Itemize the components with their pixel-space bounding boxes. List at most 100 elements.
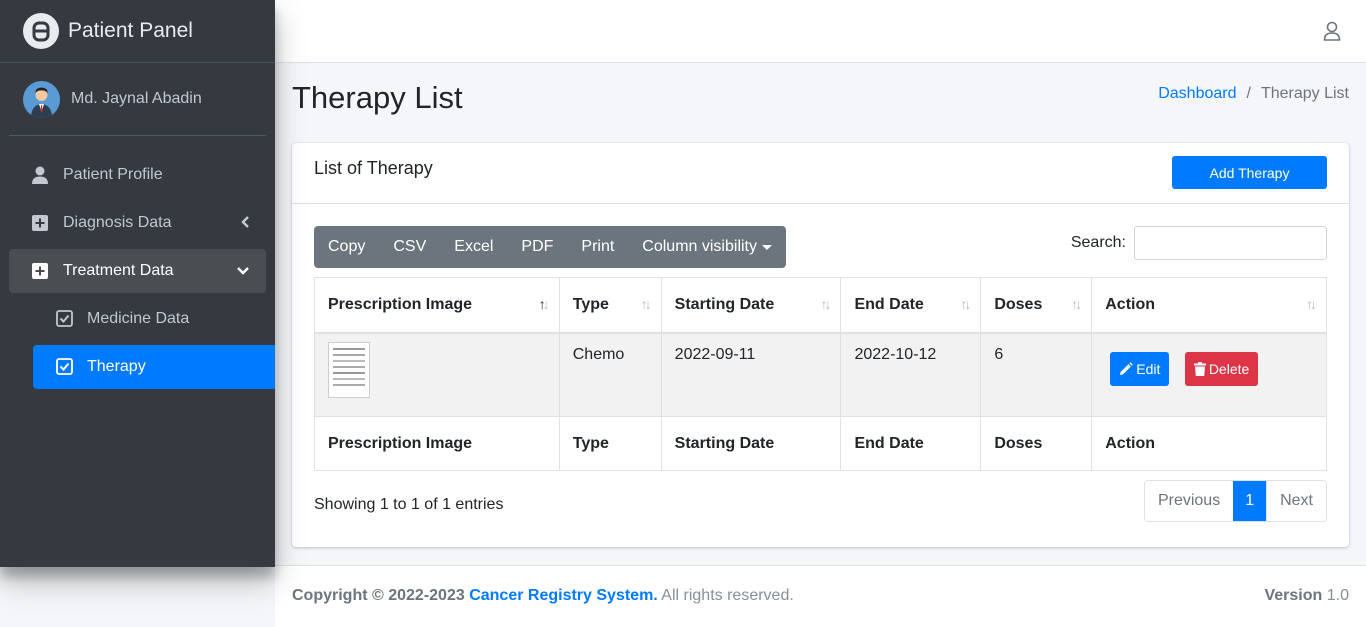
copyright: Copyright © 2022-2023 Cancer Registry Sy… <box>292 587 794 605</box>
cell-end-date: 2022-10-12 <box>840 332 982 417</box>
sort-icon: ↑↓ <box>820 296 831 312</box>
user-panel[interactable]: Md. Jaynal Abadin <box>9 63 266 136</box>
check-square-icon <box>56 358 74 376</box>
plus-square-icon <box>31 214 49 232</box>
cell-starting-date: 2022-09-11 <box>660 332 842 417</box>
excel-button[interactable]: Excel <box>440 226 507 268</box>
page-title: Therapy List <box>292 80 463 115</box>
cell-doses: 6 <box>980 332 1093 417</box>
user-name: Md. Jaynal Abadin <box>71 90 202 107</box>
version-number: 1.0 <box>1326 587 1349 604</box>
cell-action: Edit Delete <box>1091 332 1327 417</box>
card-title: List of Therapy <box>314 158 433 178</box>
sidebar-item-label: Patient Profile <box>63 166 163 183</box>
breadcrumb-separator: / <box>1246 85 1251 102</box>
sidebar-subitem-therapy[interactable]: Therapy <box>33 345 275 389</box>
page-1-button[interactable]: 1 <box>1233 481 1267 521</box>
pencil-icon <box>1120 361 1134 375</box>
card-header: List of Therapy Add Therapy <box>292 143 1349 204</box>
sort-asc-icon: ↑↓ <box>538 296 550 312</box>
column-header-label: Action <box>1105 295 1156 313</box>
csv-button[interactable]: CSV <box>379 226 440 268</box>
sort-icon: ↑↓ <box>1071 296 1082 312</box>
system-link[interactable]: Cancer Registry System. <box>469 587 658 604</box>
therapy-table: Prescription Image ↑↓ Type ↑↓ Starting Dat… <box>314 277 1327 471</box>
column-header-type[interactable]: Type ↑↓ <box>558 277 662 334</box>
sort-icon: ↑↓ <box>960 296 971 312</box>
chevron-down-icon <box>236 263 250 281</box>
sidebar-subitem-medicine-data[interactable]: Medicine Data <box>33 297 275 341</box>
footer-type: Type <box>558 416 662 471</box>
edit-label: Edit <box>1136 360 1161 377</box>
therapy-card: List of Therapy Add Therapy Copy CSV Exc… <box>292 143 1349 547</box>
check-square-icon <box>56 310 74 328</box>
table-header-row: Prescription Image ↑↓ Type ↑↓ Starting Dat… <box>314 277 1327 334</box>
version: Version 1.0 <box>1264 587 1349 605</box>
table-footer-row: Prescription Image Type Starting Date En… <box>314 416 1327 471</box>
table-row: Chemo 2022-09-11 2022-10-12 6 Edit Delet… <box>314 332 1327 417</box>
column-header-doses[interactable]: Doses ↑↓ <box>980 277 1093 334</box>
next-page-button[interactable]: Next <box>1266 481 1326 521</box>
footer-action: Action <box>1091 416 1327 471</box>
chevron-left-icon <box>241 215 250 234</box>
breadcrumb-current: Therapy List <box>1260 85 1349 102</box>
plus-square-icon <box>31 262 49 280</box>
edit-button[interactable]: Edit <box>1110 351 1170 386</box>
sidebar-item-treatment-data[interactable]: Treatment Data <box>9 249 266 293</box>
trash-icon <box>1193 361 1206 376</box>
column-header-starting-date[interactable]: Starting Date ↑↓ <box>660 277 842 334</box>
footer-doses: Doses <box>980 416 1093 471</box>
column-header-label: Doses <box>994 295 1043 313</box>
user-icon <box>31 166 49 184</box>
add-therapy-button[interactable]: Add Therapy <box>1172 156 1327 189</box>
rights-text: All rights reserved. <box>661 587 794 604</box>
sidebar-item-label: Diagnosis Data <box>63 214 172 231</box>
column-header-prescription-image[interactable]: Prescription Image ↑↓ <box>314 277 560 334</box>
cell-type: Chemo <box>558 332 662 417</box>
export-button-group: Copy CSV Excel PDF Print Column visibili… <box>314 226 786 268</box>
copy-button[interactable]: Copy <box>314 226 379 268</box>
sidebar: Patient Panel Md. Jaynal Abadin Patient … <box>0 0 275 567</box>
footer-end-date: End Date <box>840 416 982 471</box>
sidebar-item-diagnosis-data[interactable]: Diagnosis Data <box>9 201 266 245</box>
search-input[interactable] <box>1134 226 1327 260</box>
sidebar-subitem-label: Medicine Data <box>87 310 190 327</box>
pagination: Previous 1 Next <box>1143 480 1327 522</box>
sidebar-subitem-label: Therapy <box>87 358 146 375</box>
brand-link[interactable]: Patient Panel <box>0 0 275 63</box>
column-header-label: End Date <box>854 295 924 313</box>
column-visibility-label: Column visibility <box>642 238 757 255</box>
footer-prescription-image: Prescription Image <box>314 416 560 471</box>
sort-icon: ↑↓ <box>1306 296 1317 312</box>
delete-button[interactable]: Delete <box>1184 351 1259 386</box>
sidebar-nav: Patient Profile Diagnosis Data Treatment… <box>0 153 275 389</box>
breadcrumb-dashboard-link[interactable]: Dashboard <box>1158 85 1236 103</box>
user-menu-icon[interactable] <box>1323 21 1341 41</box>
avatar <box>23 80 60 118</box>
brand-title: Patient Panel <box>68 19 193 42</box>
sort-icon: ↑↓ <box>640 296 652 312</box>
pdf-button[interactable]: PDF <box>507 226 567 268</box>
sidebar-item-patient-profile[interactable]: Patient Profile <box>9 153 266 197</box>
prescription-thumbnail[interactable] <box>328 341 370 398</box>
version-label: Version <box>1264 587 1323 604</box>
search-label: Search: <box>1070 234 1126 251</box>
breadcrumb: Dashboard / Therapy List <box>1158 85 1349 103</box>
column-header-label: Prescription Image <box>328 295 473 313</box>
column-header-label: Type <box>572 295 609 313</box>
copyright-prefix: Copyright © 2022-2023 <box>292 587 465 604</box>
cell-prescription-image <box>314 332 560 417</box>
top-navbar <box>275 0 1366 63</box>
footer-starting-date: Starting Date <box>660 416 842 471</box>
column-visibility-button[interactable]: Column visibility <box>628 226 786 268</box>
caret-down-icon <box>762 244 772 250</box>
column-header-label: Starting Date <box>674 295 775 313</box>
column-header-action[interactable]: Action ↑↓ <box>1091 277 1327 334</box>
footer: Copyright © 2022-2023 Cancer Registry Sy… <box>275 565 1366 627</box>
column-header-end-date[interactable]: End Date ↑↓ <box>840 277 982 334</box>
delete-label: Delete <box>1208 360 1250 377</box>
sidebar-item-label: Treatment Data <box>63 262 174 279</box>
brand-logo-icon <box>23 13 59 49</box>
print-button[interactable]: Print <box>567 226 628 268</box>
previous-page-button[interactable]: Previous <box>1144 481 1234 521</box>
